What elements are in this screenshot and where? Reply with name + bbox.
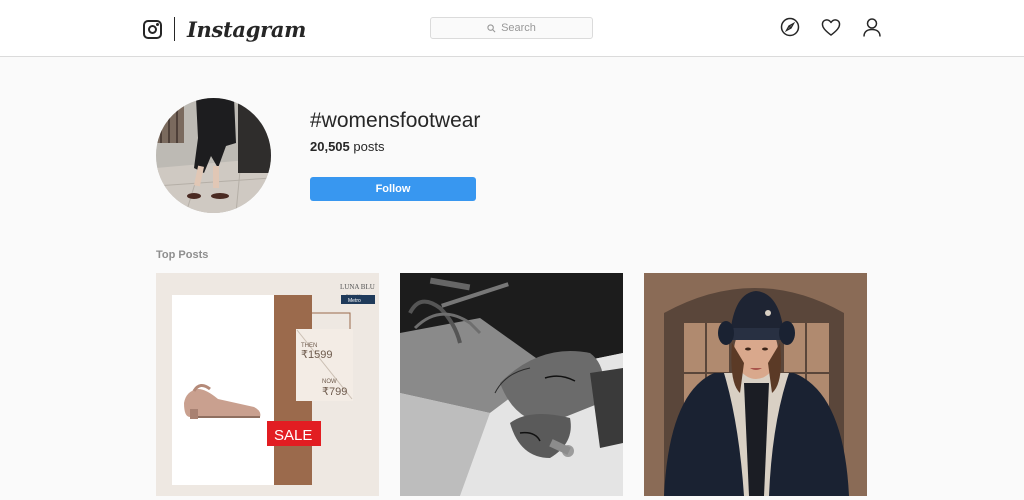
- post-count: 20,505 posts: [310, 139, 384, 154]
- instagram-camera-icon[interactable]: [143, 19, 162, 39]
- top-nav: Instagram Search: [0, 0, 1024, 57]
- search-placeholder: Search: [501, 22, 536, 34]
- post-count-number: 20,505: [310, 139, 350, 154]
- post-1-sale-label: SALE: [274, 427, 312, 444]
- post-2-image: [400, 273, 623, 496]
- nav-icon-group: [780, 17, 882, 37]
- post-1-brand: LUNA BLU: [340, 283, 375, 291]
- top-post-2[interactable]: [400, 273, 623, 496]
- search-input[interactable]: Search: [430, 17, 593, 39]
- instagram-wordmark[interactable]: Instagram: [187, 17, 306, 42]
- post-1-brand-badge: Metro: [348, 298, 361, 304]
- post-1-now-label: NOW: [322, 379, 337, 385]
- profile-icon[interactable]: [862, 17, 882, 37]
- hashtag-title: #womensfootwear: [310, 109, 481, 132]
- follow-button[interactable]: Follow: [310, 177, 476, 201]
- post-1-then-price: ₹1599: [301, 349, 332, 361]
- explore-icon[interactable]: [780, 17, 800, 37]
- top-post-3[interactable]: [644, 273, 867, 496]
- top-posts-heading: Top Posts: [156, 249, 209, 261]
- top-post-1[interactable]: LUNA BLU Powered by Metro THEN ₹1599 NOW…: [156, 273, 379, 496]
- brand-logo[interactable]: Instagram: [143, 14, 306, 44]
- post-count-label: posts: [353, 139, 385, 154]
- hashtag-avatar: [156, 98, 271, 213]
- logo-divider: [174, 17, 175, 41]
- search-icon: [487, 23, 496, 32]
- post-1-now-price: ₹799: [322, 386, 347, 398]
- post-3-image: [644, 273, 867, 496]
- post-1-image: LUNA BLU Powered by Metro THEN ₹1599 NOW…: [156, 273, 379, 496]
- activity-heart-icon[interactable]: [821, 17, 841, 37]
